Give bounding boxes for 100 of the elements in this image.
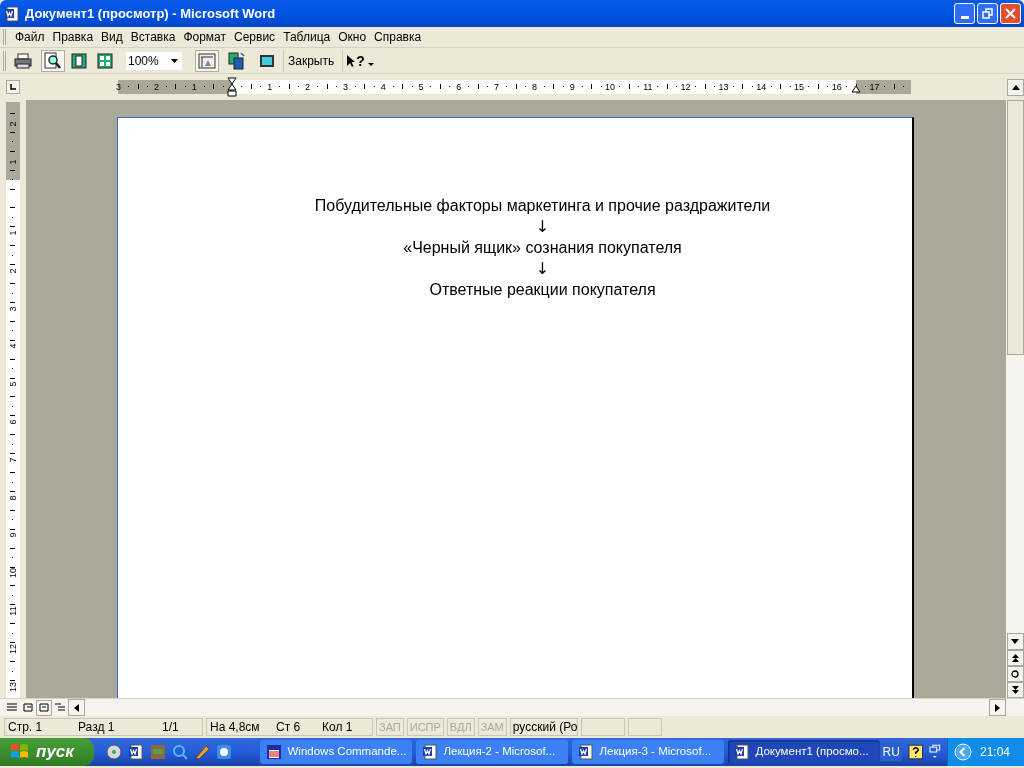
page-layout-icon <box>39 703 49 712</box>
ruler-number: 12 <box>680 81 691 93</box>
ruler-number: 9 <box>7 531 19 540</box>
tab-selector[interactable] <box>6 80 20 94</box>
ruler-number: 14 <box>756 81 767 93</box>
status-panel <box>580 718 625 736</box>
scroll-down-button[interactable] <box>1006 633 1024 650</box>
window-title: Документ1 (просмотр) - Microsoft Word <box>25 4 276 23</box>
ruler-number: 16 <box>831 81 842 93</box>
disc-icon[interactable] <box>106 744 123 760</box>
menu-item[interactable]: Окно <box>334 28 371 46</box>
pointer-icon <box>347 54 356 67</box>
start-button[interactable]: пуск <box>0 738 95 766</box>
word-icon <box>422 744 439 760</box>
previous-page-button[interactable] <box>1006 650 1024 666</box>
chevron-left-icon[interactable] <box>953 743 972 761</box>
corner-tab-icon <box>10 84 16 90</box>
help-pointer-button[interactable]: ? <box>342 49 378 72</box>
menu-item[interactable]: Справка <box>370 28 426 46</box>
pages-icon <box>97 52 113 69</box>
taskbar-button[interactable]: Лекция-3 - Microsof... <box>572 740 725 764</box>
ruler-number: 11 <box>7 605 19 617</box>
restore-button[interactable] <box>977 3 998 24</box>
arrow-up-icon <box>1011 84 1020 90</box>
network-icon[interactable] <box>929 744 941 760</box>
windows-flag-icon <box>10 743 30 761</box>
pencil-icon[interactable] <box>194 744 211 760</box>
word-icon <box>128 744 145 760</box>
ruler-number: 3 <box>116 81 122 93</box>
ruler-number: 10 <box>7 567 19 580</box>
menu-item[interactable]: Таблица <box>279 28 335 46</box>
status-panel <box>627 718 662 736</box>
browser-icon[interactable] <box>216 744 233 760</box>
right-indent-marker-icon[interactable] <box>851 85 861 93</box>
magnifier-icon[interactable] <box>172 744 189 760</box>
indent-marker-icon[interactable] <box>227 77 237 97</box>
clock: 21:04 <box>979 744 1010 761</box>
magnifier-icon <box>44 51 62 70</box>
arrow-down-icon <box>1011 639 1019 644</box>
minimize-button[interactable] <box>954 3 975 24</box>
scroll-left-button[interactable] <box>68 699 85 716</box>
dropdown-arrow-icon <box>171 58 178 63</box>
close-button[interactable] <box>1000 3 1021 24</box>
taskbar-button[interactable]: Документ1 (просмо... <box>728 740 881 764</box>
flow-step-text: Ответные реакции покупателя <box>429 280 656 300</box>
flow-step-text: «Черный ящик» сознания покупателя <box>403 238 682 258</box>
menu-item[interactable]: Вставка <box>126 28 180 46</box>
web-page-icon <box>23 703 33 712</box>
double-arrow-up-icon <box>1011 654 1019 662</box>
ruler-number: 13 <box>7 680 19 693</box>
ruler-number: 3 <box>342 81 348 93</box>
double-arrow-down-icon <box>1011 686 1019 694</box>
taskbar-button[interactable]: Windows Commande... <box>260 740 413 764</box>
vertical-ruler[interactable]: 2 1 1 2 3 4 5 6 7 8 9 10 11 12 13 <box>6 102 20 698</box>
next-page-button[interactable] <box>1006 682 1024 698</box>
ruler-number: 4 <box>7 342 19 351</box>
arrow-left-icon <box>74 703 79 712</box>
ruler-number: 13 <box>718 81 729 93</box>
language-indicator[interactable]: RU <box>880 743 902 761</box>
ruler-number: 4 <box>380 81 386 93</box>
horizontal-ruler[interactable]: 3 2 1 1 2 3 4 5 6 7 8 9 10 11 12 13 14 15 16 17 <box>118 80 911 94</box>
down-arrow: ↓ <box>535 260 550 278</box>
magnifier-button[interactable] <box>41 49 65 72</box>
ruler-button[interactable] <box>195 49 219 72</box>
menu-item[interactable]: Сервис <box>230 28 280 46</box>
scroll-up-button[interactable] <box>1007 78 1024 96</box>
ruler-number: 10 <box>605 81 615 93</box>
ruler-number: 7 <box>494 81 500 93</box>
arrow-right-icon <box>995 703 1000 712</box>
printer-icon <box>14 52 32 69</box>
menu-item[interactable]: Файл <box>11 28 49 46</box>
ruler-number: 11 <box>643 81 653 93</box>
language-field: русский (Ро <box>509 718 578 736</box>
floppy-icon <box>266 744 283 760</box>
pages-shrink-icon <box>228 51 246 70</box>
ruler-number: 8 <box>7 494 19 503</box>
ruler-number: 3 <box>7 305 19 314</box>
ruler-number: 6 <box>456 81 462 93</box>
monitor-icon <box>259 53 275 68</box>
ruler-number: 12 <box>7 642 19 655</box>
menu-item[interactable]: Вид <box>97 28 127 46</box>
menu-item[interactable]: Формат <box>179 28 231 46</box>
print-view-button[interactable] <box>36 699 52 716</box>
caret-icon <box>367 63 374 66</box>
menu-item[interactable]: Правка <box>48 28 98 46</box>
ruler-number: 1 <box>191 81 197 93</box>
ruler-number: 9 <box>569 81 575 93</box>
ruler-number: 5 <box>418 81 424 93</box>
lines-icon <box>7 703 17 712</box>
help-icon[interactable] <box>907 744 924 760</box>
taskbar-button[interactable]: Лекция-2 - Microsof... <box>416 740 569 764</box>
close-preview-button[interactable]: Закрыть <box>283 49 339 72</box>
scrollbar-thumb[interactable] <box>1006 100 1024 355</box>
scroll-right-button[interactable] <box>989 699 1006 716</box>
ruler-number: 2 <box>7 120 19 129</box>
zoom-dropdown[interactable]: 100% <box>125 50 183 71</box>
ruler-number: 2 <box>305 81 311 93</box>
ruler-number: 6 <box>7 418 19 427</box>
browse-object-button[interactable] <box>1006 666 1024 682</box>
ruler-number: 17 <box>869 81 880 93</box>
